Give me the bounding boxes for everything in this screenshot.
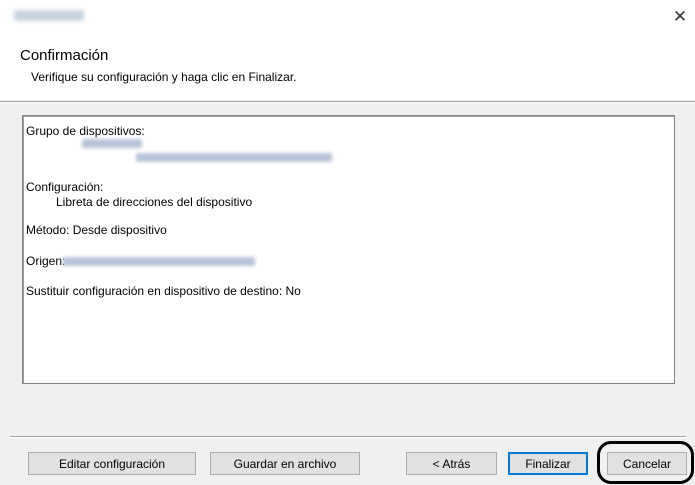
summary-panel[interactable]: Grupo de dispositivos: Configuración: Li… (22, 115, 675, 384)
confirmation-dialog: ✕ Confirmación Verifique su configuració… (0, 0, 695, 485)
method-line: Método: Desde dispositivo (26, 223, 167, 237)
back-button[interactable]: < Atrás (406, 452, 497, 475)
title-bar: ✕ (0, 0, 695, 34)
edit-configuration-button[interactable]: Editar configuración (28, 452, 196, 475)
save-to-file-button[interactable]: Guardar en archivo (210, 452, 360, 475)
cancel-button[interactable]: Cancelar (607, 452, 687, 475)
finish-button[interactable]: Finalizar (508, 452, 588, 475)
replace-setting-line: Sustituir configuración en dispositivo d… (26, 284, 301, 298)
page-subtitle: Verifique su configuración y haga clic e… (31, 70, 297, 84)
configuration-value: Libreta de direcciones del dispositivo (56, 195, 253, 209)
configuration-label: Configuración: (26, 180, 104, 194)
window-title-redacted (14, 10, 84, 21)
close-icon[interactable]: ✕ (665, 0, 695, 34)
page-title: Confirmación (20, 47, 109, 64)
device-group-name-redacted (82, 139, 142, 148)
wizard-header: Confirmación Verifique su configuración … (0, 34, 695, 100)
origin-label: Origen: (26, 254, 66, 268)
device-group-label: Grupo de dispositivos: (26, 124, 145, 138)
device-address-redacted (136, 153, 332, 162)
origin-device-redacted (63, 257, 255, 266)
